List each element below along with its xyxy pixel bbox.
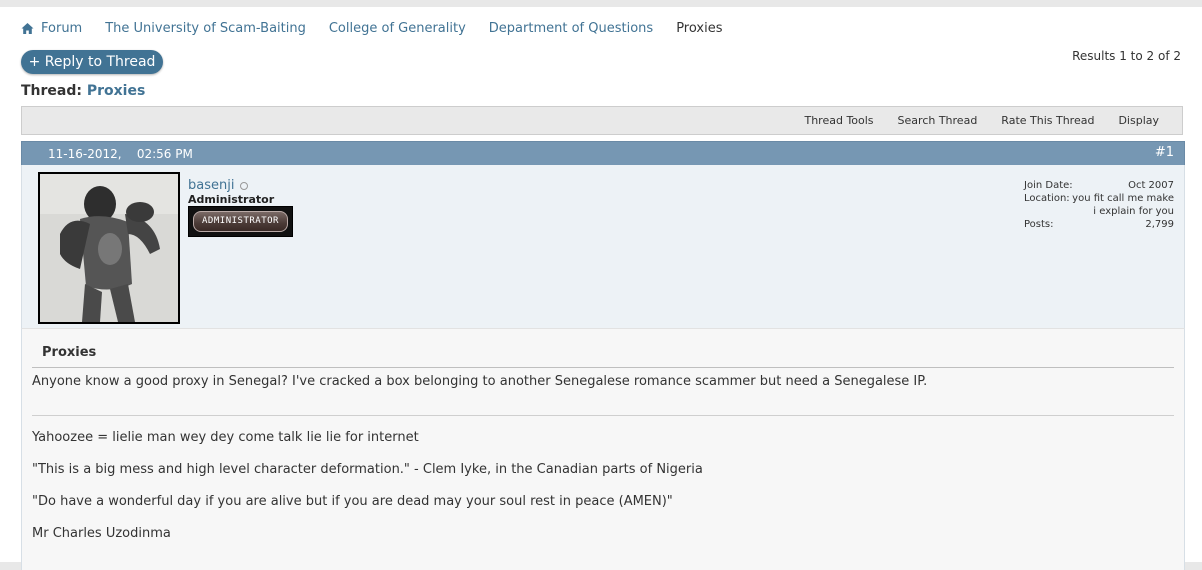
post-message: Anyone know a good proxy in Senegal? I'v…: [32, 374, 928, 389]
posts-label: Posts:: [1024, 219, 1054, 230]
username-link[interactable]: basenji: [188, 178, 249, 193]
location-value: you fit call me make: [1072, 193, 1174, 204]
forum-page: Forum The University of Scam-Baiting Col…: [0, 7, 1202, 570]
post-title: Proxies: [42, 345, 97, 360]
user-stats: Join Date: Oct 2007 Location: you fit ca…: [1024, 179, 1174, 231]
location-label: Location:: [1024, 193, 1070, 204]
thread-title: Thread: Proxies: [21, 83, 145, 99]
avatar-photo: [40, 174, 178, 322]
signature-line: "Do have a wonderful day if you are aliv…: [32, 494, 673, 509]
location-value-line2: i explain for you: [1093, 206, 1174, 217]
rate-thread-menu[interactable]: Rate This Thread: [1001, 114, 1094, 127]
home-icon[interactable]: [21, 22, 34, 35]
posts-value: 2,799: [1145, 219, 1174, 230]
breadcrumb: Forum The University of Scam-Baiting Col…: [21, 21, 723, 36]
breadcrumb-forum[interactable]: Forum: [41, 21, 82, 36]
post-body: Proxies Anyone know a good proxy in Sene…: [21, 328, 1185, 570]
post-time-value: 02:56 PM: [136, 147, 193, 161]
post-number-link[interactable]: #1: [1155, 145, 1174, 160]
reply-to-thread-button[interactable]: + Reply to Thread: [21, 50, 163, 74]
thread-tools-menu[interactable]: Thread Tools: [804, 114, 873, 127]
join-date-label: Join Date:: [1024, 180, 1073, 191]
breadcrumb-university[interactable]: The University of Scam-Baiting: [105, 21, 306, 36]
thread-title-link[interactable]: Proxies: [87, 83, 145, 99]
thread-title-prefix: Thread:: [21, 83, 82, 99]
results-count: Results 1 to 2 of 2: [1072, 49, 1181, 63]
signature-divider: [32, 415, 1174, 416]
signature-line: Yahoozee = lielie man wey dey come talk …: [32, 430, 419, 445]
thread-toolbar: Thread Tools Search Thread Rate This Thr…: [21, 106, 1183, 135]
user-title: Administrator: [188, 193, 275, 206]
search-thread-menu[interactable]: Search Thread: [898, 114, 978, 127]
rank-badge: ADMINISTRATOR: [188, 206, 293, 237]
post-date: 11-16-2012, 02:56 PM: [48, 147, 193, 161]
post-title-divider: [32, 367, 1174, 368]
offline-status-icon: [240, 181, 249, 190]
breadcrumb-college[interactable]: College of Generality: [329, 21, 466, 36]
post-date-value: 11-16-2012,: [48, 147, 122, 161]
breadcrumb-department[interactable]: Department of Questions: [489, 21, 653, 36]
rank-badge-label: ADMINISTRATOR: [193, 211, 288, 232]
location-row: Location: you fit call me make: [1024, 192, 1174, 205]
join-date-value: Oct 2007: [1128, 180, 1174, 191]
breadcrumb-current: Proxies: [676, 21, 723, 36]
username-text[interactable]: basenji: [188, 178, 234, 193]
join-date-row: Join Date: Oct 2007: [1024, 179, 1174, 192]
signature-line: "This is a big mess and high level chara…: [32, 462, 703, 477]
display-menu[interactable]: Display: [1118, 114, 1159, 127]
posts-row: Posts: 2,799: [1024, 218, 1174, 231]
user-avatar[interactable]: [38, 172, 180, 324]
signature-line: Mr Charles Uzodinma: [32, 526, 171, 541]
post-header: 11-16-2012, 02:56 PM #1: [21, 141, 1185, 166]
user-info-panel: basenji Administrator ADMINISTRATOR Join…: [21, 165, 1185, 328]
